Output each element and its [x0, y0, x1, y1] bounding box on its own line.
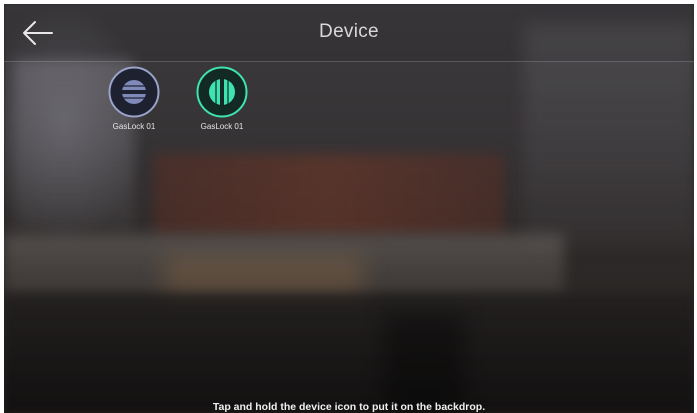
hint-text: Tap and hold the device icon to put it o…	[212, 401, 486, 413]
backdrop-shadow	[384, 314, 464, 413]
backdrop-lower-cabinets	[4, 294, 694, 413]
header-bar: Device	[4, 4, 694, 62]
backdrop-backsplash	[154, 154, 504, 234]
device-screen: Device GasLock 01 GasLock 01 Tap and hol…	[4, 4, 694, 413]
device-tile-gaslock-1[interactable]: GasLock 01	[99, 66, 169, 146]
device-label: GasLock 01	[112, 122, 156, 131]
device-label: GasLock 01	[200, 122, 244, 131]
device-icon-wrap[interactable]	[108, 66, 160, 118]
gas-lock-closed-icon[interactable]	[108, 66, 160, 118]
gas-lock-open-icon[interactable]	[196, 66, 248, 118]
device-tile-gaslock-2[interactable]: GasLock 01	[187, 66, 257, 146]
device-icon-wrap[interactable]	[196, 66, 248, 118]
backdrop-glow	[164, 254, 364, 294]
page-title: Device	[319, 21, 379, 42]
